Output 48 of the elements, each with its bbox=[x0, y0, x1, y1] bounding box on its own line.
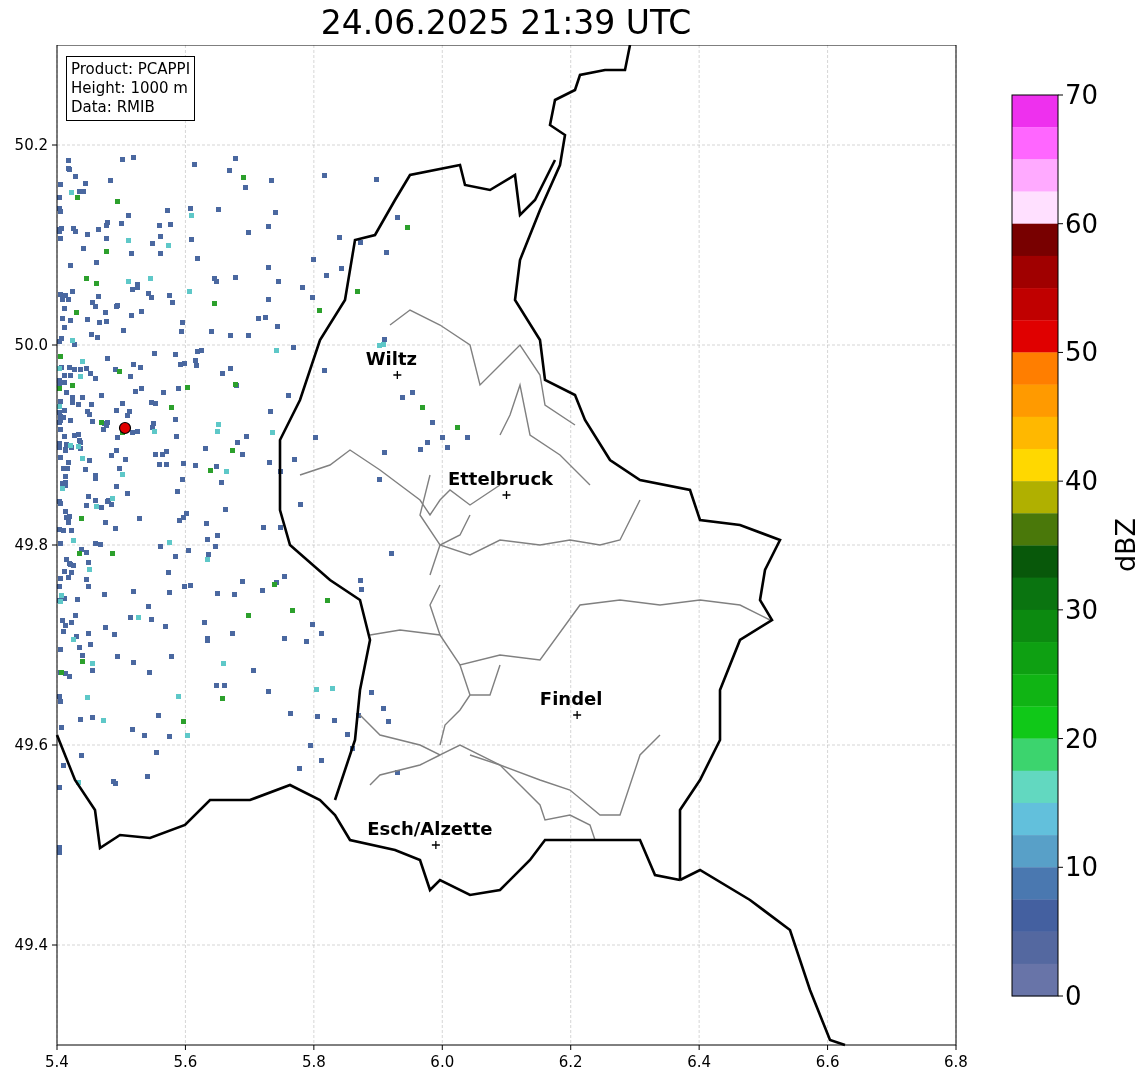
colorbar-label: dBZ bbox=[1110, 517, 1141, 573]
axis-tick-label: 5.8 bbox=[301, 1044, 326, 1071]
x-tick-label: 5.6 bbox=[173, 1053, 198, 1071]
colorbar-tick-label: 30 bbox=[1057, 594, 1099, 625]
x-tick-label: 6.2 bbox=[558, 1053, 583, 1071]
colorbar-tick-label: 0 bbox=[1057, 981, 1082, 1011]
chart-title: 24.06.2025 21:39 UTC bbox=[319, 2, 693, 44]
city-label: Findel bbox=[539, 688, 603, 709]
city-label: Ettelbruck bbox=[447, 468, 554, 489]
city-marker bbox=[501, 490, 512, 500]
axis-tick-label: 6.4 bbox=[687, 1044, 712, 1071]
axis-tick-label: 6.6 bbox=[815, 1044, 840, 1071]
colorbar-tick-label: 50 bbox=[1057, 337, 1099, 368]
city-label: Esch/Alzette bbox=[367, 818, 493, 839]
x-tick-label: 6.8 bbox=[944, 1053, 968, 1071]
colorbar-tick-label: 70 bbox=[1057, 80, 1099, 110]
y-tick-label: 50.0 bbox=[14, 336, 48, 354]
colorbar-tick-label: 20 bbox=[1057, 723, 1099, 754]
x-tick-label: 5.4 bbox=[45, 1053, 69, 1071]
legend-text: Product: PCAPPI bbox=[71, 60, 191, 79]
city-marker bbox=[392, 370, 402, 380]
x-tick-label: 6.4 bbox=[687, 1053, 712, 1071]
y-tick-label: 49.4 bbox=[14, 936, 48, 954]
axis-tick-label: 5.4 bbox=[45, 1044, 69, 1071]
y-tick-label: 49.6 bbox=[14, 736, 48, 754]
axis-tick-label: 6.2 bbox=[558, 1044, 583, 1071]
radar-site-marker bbox=[118, 421, 132, 435]
city-marker bbox=[572, 710, 582, 720]
axis-tick-label: 49.8 bbox=[14, 536, 58, 554]
axis-tick-label: 5.6 bbox=[173, 1044, 198, 1071]
colorbar-tick-label: 60 bbox=[1057, 208, 1099, 239]
colorbar-tick-label: 10 bbox=[1057, 852, 1099, 883]
axis-tick-label: 49.6 bbox=[14, 736, 58, 754]
legend-text: Height: 1000 m bbox=[71, 79, 189, 98]
axis-tick-label: 49.4 bbox=[14, 936, 58, 954]
colorbar-tick-label: 40 bbox=[1057, 466, 1099, 497]
x-tick-label: 5.8 bbox=[301, 1053, 326, 1071]
axis-tick-label: 50.2 bbox=[14, 136, 58, 154]
y-tick-label: 50.2 bbox=[14, 136, 48, 154]
city-label: Wiltz bbox=[365, 348, 417, 369]
axis-tick-label: 50.0 bbox=[14, 336, 58, 354]
axis-tick-label: 6.0 bbox=[430, 1044, 455, 1071]
legend-text: Data: RMIB bbox=[71, 98, 156, 117]
y-tick-label: 49.8 bbox=[14, 536, 48, 554]
city-marker bbox=[431, 840, 441, 850]
axis-tick-label: 6.8 bbox=[944, 1044, 968, 1071]
x-tick-label: 6.6 bbox=[815, 1053, 840, 1071]
x-tick-label: 6.0 bbox=[430, 1053, 455, 1071]
